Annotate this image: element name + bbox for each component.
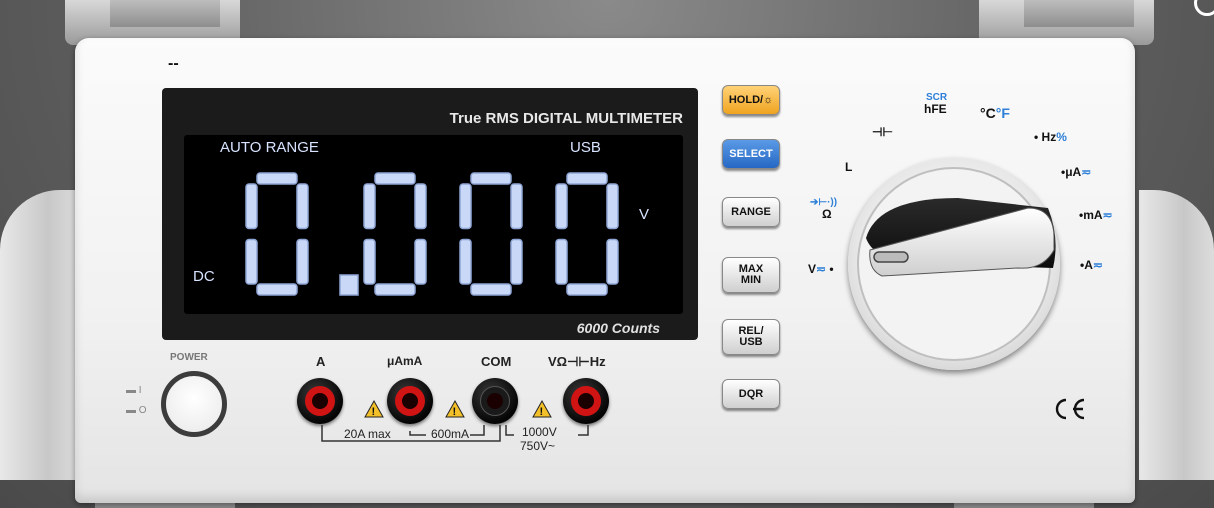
lcd-frame: True RMS DIGITAL MULTIMETER AUTO RANGE U… [162,88,698,340]
lcd-digits [245,172,619,296]
hold-button[interactable]: HOLD/☼ [722,85,780,115]
counts-label: 6000 Counts [576,320,660,336]
dial-knob[interactable] [848,158,1060,370]
mode-indicator: DC [193,268,215,285]
lcd-segment [374,172,416,185]
dial-label-temp: °C°F [980,105,1010,121]
lcd-segment [606,183,619,230]
lcd-segment [459,238,472,285]
lcd-segment [566,283,608,296]
limit-600ma-label: 600mA [431,427,470,441]
stand-left [0,190,80,480]
svg-text:!: ! [372,406,376,418]
dial-label-hz-text: Hz [1041,130,1057,144]
lcd-segment [510,238,523,285]
dial-label-hfe: hFE [924,102,947,116]
svg-text:!: ! [540,406,544,418]
lcd-segment [296,238,309,285]
lcd-segment [555,183,568,230]
max-min-label-2: MIN [740,274,762,286]
lcd-decimal-point [339,274,359,296]
ce-mark [1055,398,1085,420]
lcd-segment [256,283,298,296]
rel-usb-button[interactable]: REL/USB [722,319,780,355]
dial-label-ma-acdc: ≂ [1102,208,1113,222]
lcd-screen: AUTO RANGE USB V DC [184,135,683,314]
terminal-vohm-label: VΩ⊣⊢Hz [548,354,606,369]
limit-1000v-label: 1000V [522,425,557,439]
lcd-segment [363,238,376,285]
lcd-segment [363,183,376,230]
dial-label-ma: •mA≂ [1079,208,1113,222]
dial-label-inductance: L [845,160,853,174]
usb-indicator: USB [570,139,601,156]
dial-label-ohm: Ω [822,207,832,221]
rel-usb-label-2: USB [739,336,763,348]
dial-label-percent: % [1056,130,1067,144]
dial-label-ua-text: μA [1065,165,1082,179]
range-button[interactable]: RANGE [722,197,780,227]
limit-20a-label: 20A max [344,427,391,441]
dial-label-ua: •μA≂ [1061,165,1092,179]
power-off-indicator: ▬ O [126,405,147,416]
lcd-segment [510,183,523,230]
max-min-button[interactable]: MAX MIN [722,257,780,293]
dial-label-a: •A≂ [1080,258,1103,272]
lcd-segment [459,183,472,230]
status-text: -- [168,55,179,72]
dial-label-fahrenheit: °F [995,105,1010,121]
lcd-segment [296,183,309,230]
dial-label-ua-acdc: ≂ [1081,165,1092,179]
terminal-limit-brackets: ! ! ! [321,399,589,442]
limit-750v-label: 750V~ [520,439,556,453]
lcd-segment [414,183,427,230]
terminal-uama-label: μAmA [387,354,423,368]
power-button[interactable] [161,371,227,437]
select-button[interactable]: SELECT [722,139,780,169]
rotary-dial[interactable] [848,158,1060,370]
dial-label-voltage: V≂ • [808,262,834,276]
lcd-segment [414,238,427,285]
lcd-segment [566,172,608,185]
svg-text:!: ! [453,406,457,418]
dial-label-a-text: A [1084,258,1093,272]
lcd-segment [256,172,298,185]
lcd-segment [374,283,416,296]
auto-range-indicator: AUTO RANGE [220,139,319,156]
dial-label-ma-text: mA [1083,208,1103,222]
ce-mark-icon [1050,394,1088,431]
power-label: POWER [170,352,208,363]
lcd-segment [245,238,258,285]
stand-right [1139,190,1214,480]
lcd-segment [555,238,568,285]
dial-label-celsius: °C [980,105,996,121]
lcd-segment [470,283,512,296]
terminal-com-label: COM [481,354,512,369]
dial-label-a-acdc: ≂ [1092,258,1103,272]
power-on-indicator: ▬ I [126,385,142,396]
dqr-button[interactable]: DQR [722,379,780,409]
dial-label-hz: • Hz% [1034,130,1067,144]
lcd-segment [470,172,512,185]
unit-indicator: V [639,206,650,223]
lcd-segment [245,183,258,230]
dial-label-v-text: V [808,262,817,276]
terminal-a-label: A [316,354,326,369]
lcd-segment [606,238,619,285]
dial-label-v-acdc: ≂ [816,262,827,276]
lcd-title: True RMS DIGITAL MULTIMETER [449,110,683,127]
dial-label-capacitance: ⊣⊢ [872,125,893,139]
